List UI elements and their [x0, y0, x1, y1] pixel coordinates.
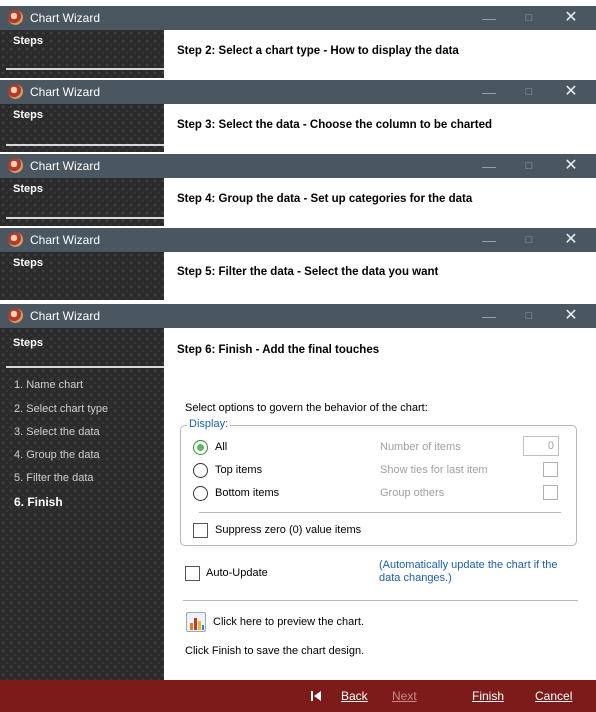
options-intro-text: Select options to govern the behavior of…	[185, 402, 428, 414]
window-title: Chart Wizard	[30, 159, 101, 173]
chart-wizard-app-icon	[8, 232, 23, 247]
step-heading: Step 3: Select the data - Choose the col…	[177, 119, 493, 131]
close-button[interactable]: ✕	[556, 82, 586, 102]
first-step-icon[interactable]	[310, 690, 322, 702]
radio-all[interactable]	[193, 440, 208, 455]
minimize-button[interactable]: —	[474, 230, 504, 250]
steps-divider	[6, 68, 164, 70]
step-panel-3: Step 3: Select the data - Choose the col…	[164, 104, 596, 152]
step-panel-4: Step 4: Group the data - Set up categori…	[164, 178, 596, 226]
finish-button-label: Finish	[472, 689, 505, 703]
radio-bottom-items-label[interactable]: Bottom items	[215, 487, 279, 499]
wizard-footer: Back Next Finish Cancel	[0, 680, 596, 712]
step-panel-6: Step 6: Finish - Add the final touches S…	[164, 328, 596, 680]
window-titlebar: Chart Wizard — □ ✕	[0, 80, 596, 104]
next-button[interactable]: Next	[392, 689, 417, 703]
cancel-button-label: Cancel	[535, 689, 573, 703]
steps-divider	[6, 217, 164, 219]
chart-wizard-app-icon	[8, 84, 23, 99]
group-others-label: Group others	[380, 487, 445, 499]
display-divider	[199, 512, 561, 513]
window-title: Chart Wizard	[30, 85, 101, 99]
window-titlebar: Chart Wizard — □ ✕	[0, 228, 596, 252]
display-groupbox: Display: All Top items Bottom items Numb…	[180, 418, 577, 546]
chart-wizard-app-icon	[8, 308, 23, 323]
window-titlebar: Chart Wizard — □ ✕	[0, 6, 596, 30]
number-of-items-label: Number of items	[380, 441, 461, 453]
nav-item-name-chart[interactable]: 1. Name chart	[14, 379, 83, 391]
steps-divider	[6, 366, 164, 368]
show-ties-checkbox[interactable]	[543, 462, 558, 477]
suppress-zero-checkbox[interactable]	[193, 523, 208, 538]
nav-item-select-data[interactable]: 3. Select the data	[14, 426, 100, 438]
cancel-button[interactable]: Cancel	[535, 689, 572, 703]
minimize-button[interactable]: —	[474, 306, 504, 326]
radio-bottom-items[interactable]	[193, 486, 208, 501]
steps-label: Steps	[13, 337, 43, 349]
close-button[interactable]: ✕	[556, 306, 586, 326]
window-title: Chart Wizard	[30, 233, 101, 247]
radio-top-items-label[interactable]: Top items	[215, 464, 262, 476]
close-button[interactable]: ✕	[556, 230, 586, 250]
steps-label: Steps	[13, 183, 43, 195]
minimize-button[interactable]: —	[474, 156, 504, 176]
suppress-zero-label[interactable]: Suppress zero (0) value items	[215, 524, 361, 536]
maximize-button[interactable]: □	[514, 8, 544, 28]
nav-item-group-data[interactable]: 4. Group the data	[14, 449, 100, 461]
maximize-button[interactable]: □	[514, 82, 544, 102]
display-group-legend: Display:	[187, 418, 231, 430]
next-button-label: Next	[392, 689, 417, 703]
auto-update-label[interactable]: Auto-Update	[206, 567, 268, 579]
minimize-button[interactable]: —	[474, 8, 504, 28]
steps-divider	[6, 144, 164, 146]
steps-sidebar: Steps	[0, 30, 164, 78]
preview-chart-link[interactable]: Click here to preview the chart.	[213, 616, 364, 628]
chart-wizard-app-icon	[8, 10, 23, 25]
window-titlebar: Chart Wizard — □ ✕	[0, 154, 596, 178]
nav-item-filter-data[interactable]: 5. Filter the data	[14, 472, 94, 484]
radio-top-items[interactable]	[193, 463, 208, 478]
steps-sidebar: Steps 1. Name chart 2. Select chart type…	[0, 328, 164, 680]
steps-label: Steps	[13, 109, 43, 121]
close-button[interactable]: ✕	[556, 8, 586, 28]
window-titlebar: Chart Wizard — □ ✕	[0, 304, 596, 328]
show-ties-label: Show ties for last item	[380, 464, 488, 476]
back-button-label: Back	[341, 689, 368, 703]
number-of-items-input[interactable]: 0	[523, 436, 559, 456]
back-button[interactable]: Back	[341, 689, 368, 703]
window-title: Chart Wizard	[30, 309, 101, 323]
window-title: Chart Wizard	[30, 11, 101, 25]
steps-label: Steps	[13, 35, 43, 47]
step-heading: Step 4: Group the data - Set up categori…	[177, 193, 473, 205]
steps-sidebar: Steps	[0, 252, 164, 300]
close-button[interactable]: ✕	[556, 156, 586, 176]
maximize-button[interactable]: □	[514, 156, 544, 176]
page-title: Step 6: Finish - Add the final touches	[177, 344, 380, 356]
steps-sidebar: Steps	[0, 178, 164, 226]
auto-update-checkbox[interactable]	[185, 566, 200, 581]
minimize-button[interactable]: —	[474, 82, 504, 102]
chart-wizard-app-icon	[8, 158, 23, 173]
radio-all-label[interactable]: All	[215, 441, 227, 453]
maximize-button[interactable]: □	[514, 306, 544, 326]
maximize-button[interactable]: □	[514, 230, 544, 250]
group-others-checkbox[interactable]	[543, 485, 558, 500]
step-heading: Step 5: Filter the data - Select the dat…	[177, 266, 439, 278]
step-panel-2: Step 2: Select a chart type - How to dis…	[164, 30, 596, 78]
steps-sidebar: Steps	[0, 104, 164, 152]
nav-item-select-chart-type[interactable]: 2. Select chart type	[14, 403, 108, 415]
chart-preview-icon[interactable]	[186, 612, 206, 632]
step-heading: Step 2: Select a chart type - How to dis…	[177, 45, 459, 57]
auto-update-note: (Automatically update the chart if the d…	[379, 559, 558, 584]
step-panel-5: Step 5: Filter the data - Select the dat…	[164, 252, 596, 300]
finish-note: Click Finish to save the chart design.	[185, 645, 365, 657]
nav-item-finish[interactable]: 6. Finish	[14, 495, 63, 509]
finish-button[interactable]: Finish	[472, 689, 504, 703]
section-divider	[183, 600, 578, 601]
steps-label: Steps	[13, 257, 43, 269]
